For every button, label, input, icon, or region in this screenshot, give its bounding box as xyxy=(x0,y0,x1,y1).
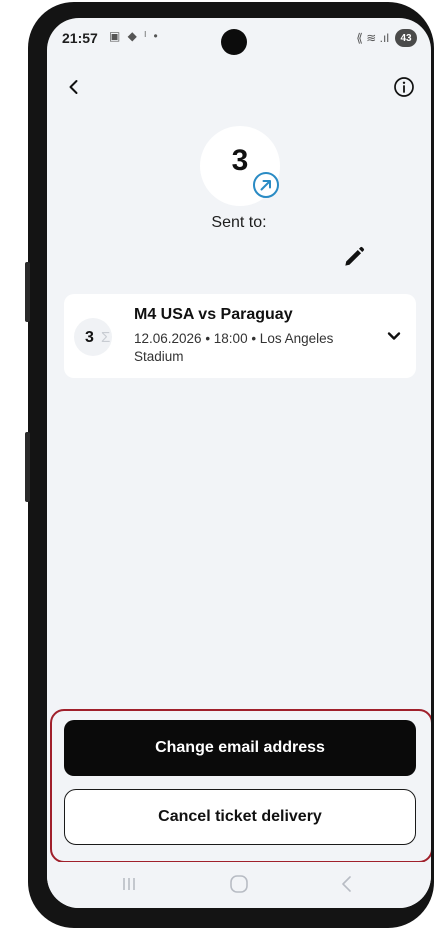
screen: 21:57 ▣ ◆ ˡ • ⟪ ≋ .ıl 43 3 Sent to: 3 Σ … xyxy=(47,18,431,908)
info-circle-icon xyxy=(394,77,414,97)
pencil-icon[interactable] xyxy=(341,244,367,270)
chevron-left-icon xyxy=(69,80,78,94)
home-icon[interactable] xyxy=(227,872,251,896)
ticket-quantity: 3 xyxy=(85,329,94,346)
sent-to-label: Sent to: xyxy=(211,214,267,231)
ticket-title: M4 USA vs Paraguay xyxy=(134,306,293,323)
notification-icons: ▣ ◆ ˡ • xyxy=(109,29,160,43)
front-camera xyxy=(221,29,247,55)
system-nav-bar xyxy=(47,862,431,908)
battery-icon: 43 xyxy=(395,29,417,47)
chevron-down-icon[interactable] xyxy=(384,326,404,346)
status-time: 21:57 xyxy=(62,30,98,46)
arrow-up-right-circle-icon xyxy=(253,172,279,198)
info-button[interactable] xyxy=(389,72,419,102)
cancel-delivery-button[interactable]: Cancel ticket delivery xyxy=(64,789,416,845)
status-bar: 21:57 ▣ ◆ ˡ • ⟪ ≋ .ıl 43 xyxy=(47,18,431,58)
change-email-button[interactable]: Change email address xyxy=(64,720,416,776)
back-nav-icon[interactable] xyxy=(337,872,357,896)
signal-icons: ⟪ ≋ .ıl xyxy=(356,31,389,45)
system-status-icons: ⟪ ≋ .ıl 43 xyxy=(356,29,417,47)
ticket-details: 12.06.2026 • 18:00 • Los Angeles Stadium xyxy=(134,331,334,364)
side-button xyxy=(25,262,30,322)
back-button[interactable] xyxy=(59,72,89,102)
ticket-quantity-glyph: Σ xyxy=(101,329,111,346)
side-button xyxy=(25,432,30,502)
ticket-card[interactable]: 3 Σ M4 USA vs Paraguay 12.06.2026 • 18:0… xyxy=(64,294,416,378)
recent-apps-icon[interactable] xyxy=(119,872,139,896)
